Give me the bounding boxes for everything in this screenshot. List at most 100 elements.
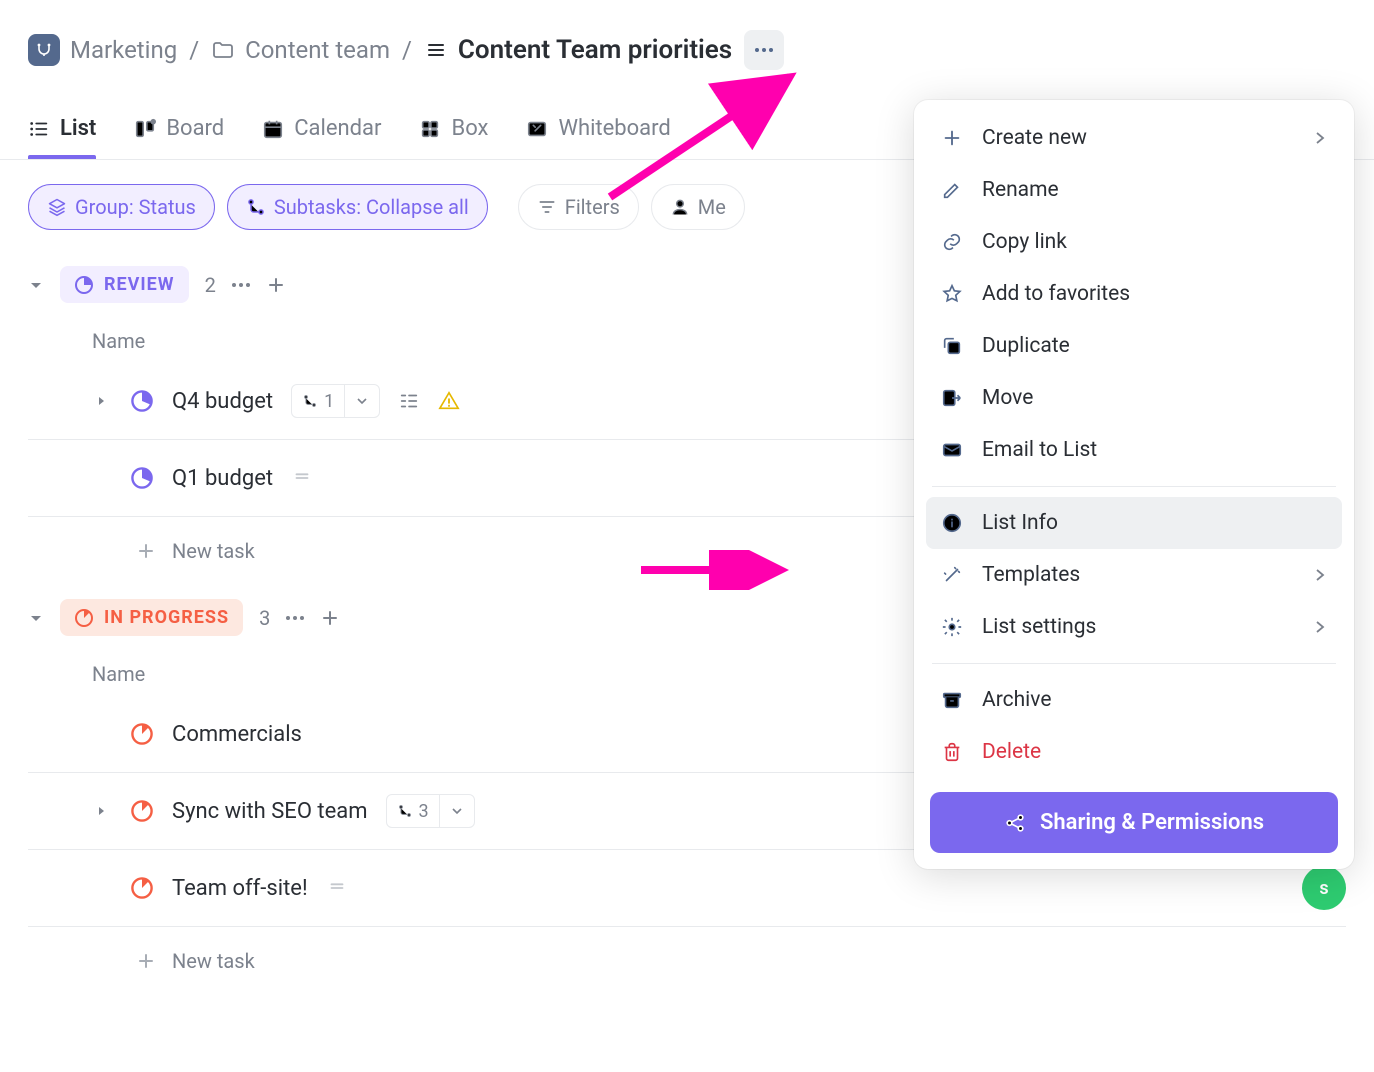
collapse-toggle[interactable]	[28, 610, 44, 626]
new-task-label: New task	[172, 539, 255, 563]
subtask-chevron[interactable]	[345, 385, 379, 417]
breadcrumb-separator: /	[189, 36, 199, 64]
group-pill-label: Group: Status	[75, 195, 196, 219]
page-title: Content Team priorities	[458, 35, 732, 65]
subtask-list-icon[interactable]	[398, 390, 420, 412]
status-review-label: REVIEW	[104, 274, 175, 295]
tab-board[interactable]: Board	[134, 98, 224, 159]
menu-list-settings[interactable]: List settings	[926, 601, 1342, 653]
me-label: Me	[698, 195, 726, 219]
menu-label: List Info	[982, 511, 1058, 535]
subtasks-pill[interactable]: Subtasks: Collapse all	[227, 184, 488, 230]
task-status-icon[interactable]	[130, 466, 154, 490]
branch-icon	[397, 803, 413, 819]
task-status-icon[interactable]	[130, 389, 154, 413]
subtasks-icon	[246, 197, 266, 217]
task-status-icon[interactable]	[130, 876, 154, 900]
menu-templates[interactable]: Templates	[926, 549, 1342, 601]
filters-button[interactable]: Filters	[518, 184, 639, 230]
menu-label: Add to favorites	[982, 282, 1130, 306]
board-view-icon	[134, 118, 156, 140]
menu-label: Rename	[982, 178, 1059, 202]
plus-icon	[940, 127, 964, 149]
add-task-button[interactable]	[266, 275, 286, 295]
menu-email[interactable]: Email to List	[926, 424, 1342, 476]
add-task-button[interactable]	[320, 608, 340, 628]
status-pill-review[interactable]: REVIEW	[60, 266, 189, 303]
assignee-avatar[interactable]: s	[1302, 866, 1346, 910]
menu-archive[interactable]: Archive	[926, 674, 1342, 726]
tab-list-label: List	[60, 116, 96, 141]
group-in-progress-count: 3	[259, 606, 270, 630]
tab-whiteboard[interactable]: Whiteboard	[526, 98, 670, 159]
status-review-icon	[74, 275, 94, 295]
task-name: Commercials	[172, 722, 302, 747]
chevron-right-icon	[1312, 567, 1328, 583]
menu-delete[interactable]: Delete	[926, 726, 1342, 778]
subtask-badge[interactable]: 3	[386, 794, 475, 828]
group-more-button[interactable]	[232, 283, 250, 287]
menu-list-info[interactable]: List Info	[926, 497, 1342, 549]
context-menu: Create new Rename Copy link Add to favor…	[914, 100, 1354, 869]
menu-label: Email to List	[982, 438, 1097, 462]
warning-icon	[438, 390, 460, 412]
task-status-icon[interactable]	[130, 799, 154, 823]
subtask-chevron[interactable]	[440, 795, 474, 827]
sharing-button[interactable]: Sharing & Permissions	[930, 792, 1338, 853]
menu-favorites[interactable]: Add to favorites	[926, 268, 1342, 320]
tab-calendar[interactable]: Calendar	[262, 98, 381, 159]
breadcrumb-workspace[interactable]: Marketing	[28, 34, 177, 66]
group-more-button[interactable]	[286, 616, 304, 620]
menu-copy-link[interactable]: Copy link	[926, 216, 1342, 268]
subtasks-pill-label: Subtasks: Collapse all	[274, 195, 469, 219]
breadcrumb: Marketing / Content team / Content Team …	[0, 0, 1374, 98]
tab-box[interactable]: Box	[419, 98, 488, 159]
collapse-toggle[interactable]	[28, 277, 44, 293]
status-in-progress-label: IN PROGRESS	[104, 607, 229, 628]
task-name: Sync with SEO team	[172, 799, 368, 824]
drag-handle-icon	[291, 467, 313, 489]
subtask-badge[interactable]: 1	[291, 384, 380, 418]
new-task-button[interactable]: New task	[28, 927, 1346, 973]
star-icon	[940, 283, 964, 305]
expand-icon[interactable]	[92, 805, 112, 817]
task-status-icon[interactable]	[130, 722, 154, 746]
subtask-count: 3	[419, 801, 429, 822]
breadcrumb-workspace-label: Marketing	[70, 36, 177, 64]
folder-icon	[211, 38, 235, 62]
menu-rename[interactable]: Rename	[926, 164, 1342, 216]
filters-label: Filters	[565, 195, 620, 219]
breadcrumb-folder-label: Content team	[245, 36, 390, 64]
expand-icon[interactable]	[92, 395, 112, 407]
trash-icon	[940, 741, 964, 763]
more-options-button[interactable]	[744, 30, 784, 70]
tab-whiteboard-label: Whiteboard	[558, 116, 670, 141]
link-icon	[940, 231, 964, 253]
plus-icon	[136, 951, 156, 971]
chevron-right-icon	[1312, 619, 1328, 635]
status-pill-in-progress[interactable]: IN PROGRESS	[60, 599, 243, 636]
tab-calendar-label: Calendar	[294, 116, 381, 141]
tab-board-label: Board	[166, 116, 224, 141]
menu-label: List settings	[982, 615, 1096, 639]
col-name: Name	[92, 329, 145, 353]
menu-label: Templates	[982, 563, 1080, 587]
mail-icon	[940, 439, 964, 461]
menu-separator	[932, 486, 1336, 487]
menu-label: Archive	[982, 688, 1051, 712]
me-mode-button[interactable]: Me	[651, 184, 745, 230]
menu-move[interactable]: Move	[926, 372, 1342, 424]
breadcrumb-list[interactable]: Content Team priorities	[424, 35, 732, 65]
group-pill[interactable]: Group: Status	[28, 184, 215, 230]
menu-separator	[932, 663, 1336, 664]
plus-icon	[136, 541, 156, 561]
list-view-icon	[28, 118, 50, 140]
copy-icon	[940, 335, 964, 357]
new-task-label: New task	[172, 949, 255, 973]
task-name: Q1 budget	[172, 466, 273, 491]
menu-duplicate[interactable]: Duplicate	[926, 320, 1342, 372]
tab-list[interactable]: List	[28, 98, 96, 159]
breadcrumb-folder[interactable]: Content team	[211, 36, 390, 64]
menu-create-new[interactable]: Create new	[926, 112, 1342, 164]
whiteboard-view-icon	[526, 118, 548, 140]
